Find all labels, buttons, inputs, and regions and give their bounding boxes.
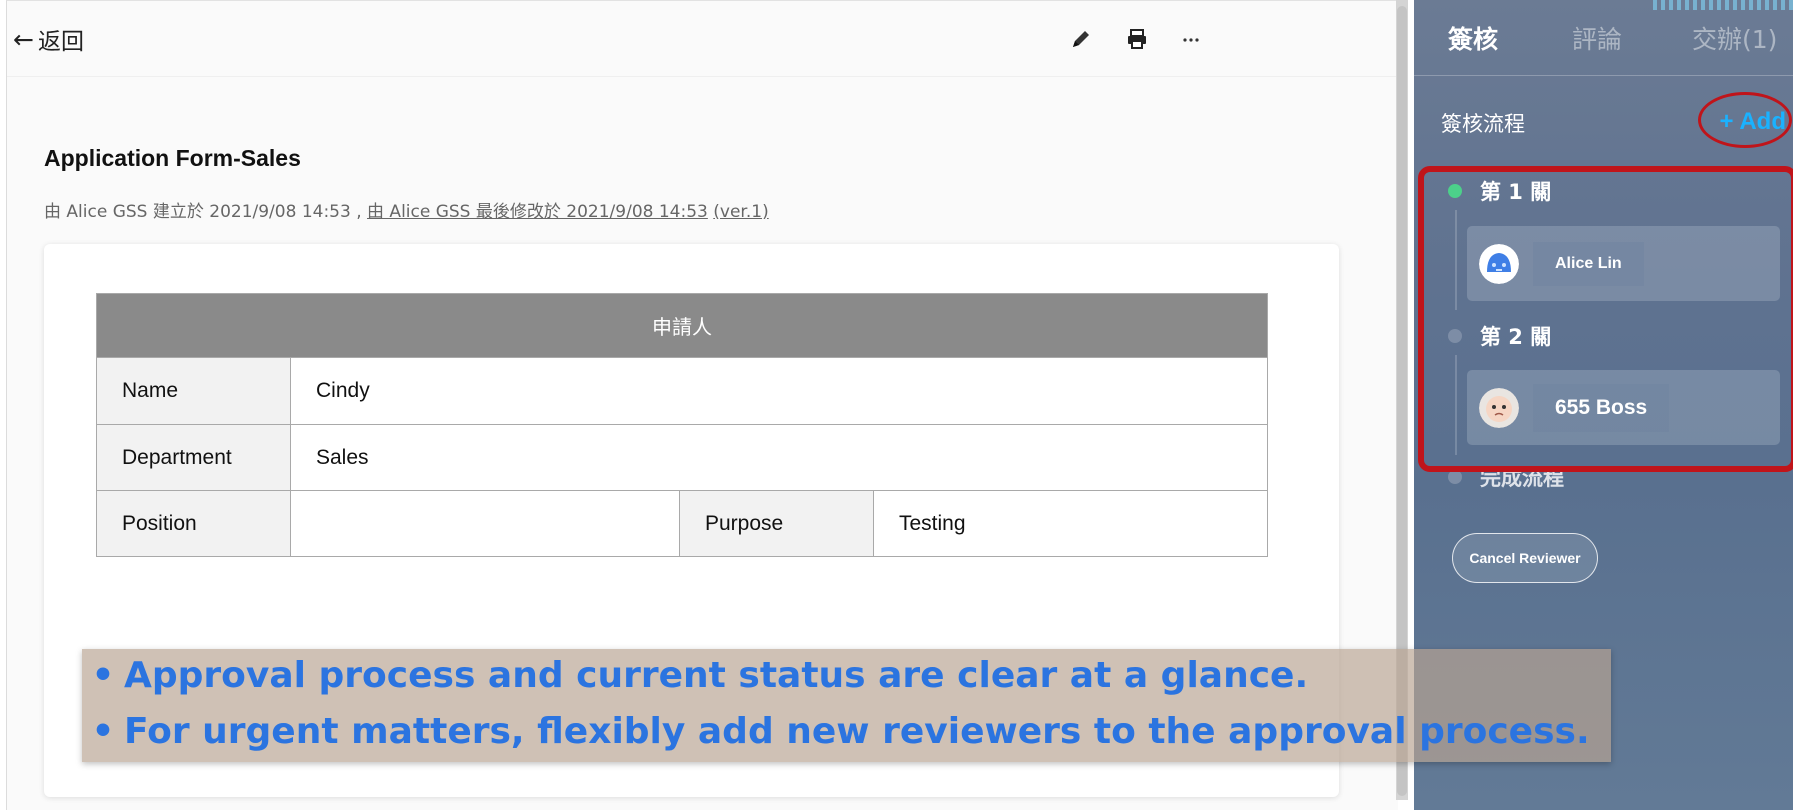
bullet-icon: • xyxy=(91,711,115,752)
stages-highlight-box xyxy=(1418,166,1793,472)
pencil-icon xyxy=(1073,31,1089,47)
purpose-label: Purpose xyxy=(679,490,874,557)
panel-tabs: 簽核 評論 交辦(1) xyxy=(1414,0,1793,76)
table-row: Department Sales xyxy=(96,424,1268,491)
department-label: Department xyxy=(96,424,291,491)
tab-comments[interactable]: 評論 xyxy=(1572,20,1622,56)
back-label: 返回 xyxy=(37,29,84,55)
position-value xyxy=(290,490,680,557)
document-title: Application Form-Sales xyxy=(44,145,301,171)
document-meta: 由 Alice GSS 建立於 2021/9/08 14:53 , 由 Alic… xyxy=(44,197,769,222)
printer-icon xyxy=(1128,29,1146,49)
name-label: Name xyxy=(96,357,291,425)
meta-version-link[interactable]: (ver.1) xyxy=(713,202,768,222)
table-row: Name Cindy xyxy=(96,357,1268,425)
department-value: Sales xyxy=(290,424,1268,491)
feature-banner: • Approval process and current status are… xyxy=(82,649,1611,762)
meta-modified-link[interactable]: 由 Alice GSS 最後修改於 2021/9/08 14:53 xyxy=(367,202,708,222)
stage-status-icon xyxy=(1448,470,1462,484)
purpose-value: Testing xyxy=(873,490,1268,557)
tab-approval[interactable]: 簽核 xyxy=(1448,20,1498,56)
arrow-left-icon: ← xyxy=(13,24,34,54)
back-button[interactable]: ← 返回 xyxy=(13,21,84,57)
print-button[interactable] xyxy=(1121,23,1153,55)
position-label: Position xyxy=(96,490,291,557)
feature-text: Approval process and current status are … xyxy=(124,655,1309,696)
table-row: Position Purpose Testing xyxy=(96,490,1268,557)
form-section-header: 申請人 xyxy=(96,293,1268,358)
document-toolbar: ← 返回 xyxy=(7,1,1399,77)
name-value: Cindy xyxy=(290,357,1268,425)
bullet-icon: • xyxy=(91,655,115,696)
feature-text: For urgent matters, flexibly add new rev… xyxy=(124,711,1590,752)
edit-button[interactable] xyxy=(1065,23,1097,55)
decorative-stripe xyxy=(1653,0,1793,10)
more-button[interactable] xyxy=(1175,23,1207,55)
tab-assignments[interactable]: 交辦(1) xyxy=(1692,20,1777,56)
feature-item: • For urgent matters, flexibly add new re… xyxy=(82,711,1590,752)
cancel-reviewer-button[interactable]: Cancel Reviewer xyxy=(1452,533,1598,583)
meta-created: 由 Alice GSS 建立於 2021/9/08 14:53 , xyxy=(44,202,368,222)
add-reviewer-button[interactable]: + Add xyxy=(1702,100,1790,144)
approval-flow-title: 簽核流程 xyxy=(1441,112,1525,136)
more-icon xyxy=(1183,38,1199,42)
application-form-table: 申請人 Name Cindy Department Sales Position… xyxy=(96,293,1268,557)
feature-item: • Approval process and current status are… xyxy=(82,655,1308,696)
